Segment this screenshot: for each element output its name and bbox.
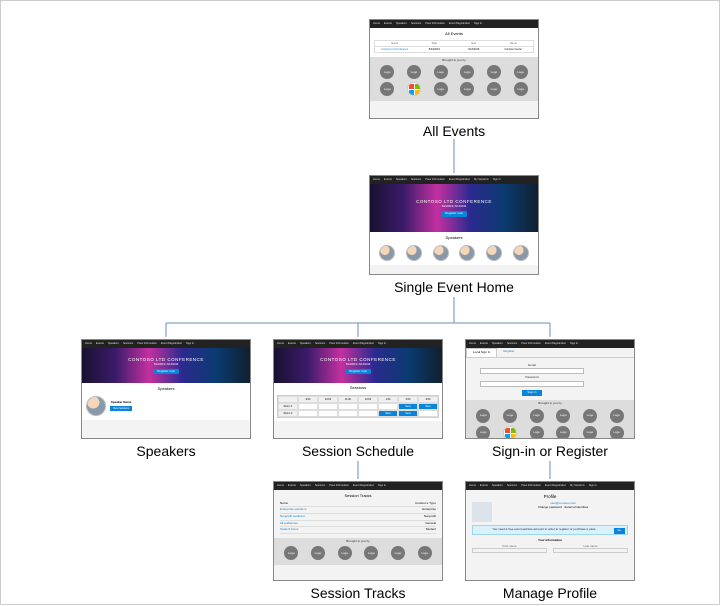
node-session-schedule[interactable]: HomeEventsSpeakersSessionsPass Informati…: [273, 339, 443, 459]
password-field: [480, 381, 584, 387]
node-signin[interactable]: HomeEventsSpeakersSessionsPass Informati…: [465, 339, 635, 459]
node-speakers[interactable]: HomeEventsSpeakersSessionsPass Informati…: [81, 339, 251, 459]
profile-avatar: [472, 502, 492, 522]
speaker-avatar: [86, 396, 106, 416]
all-events-heading: All Events: [374, 32, 534, 37]
email-field: [480, 368, 584, 374]
action-button: Go: [614, 528, 625, 533]
thumb-single-event: HomeEventsSpeakersSessionsPass Informati…: [369, 175, 539, 275]
profile-panel: Profile user@contoso.com Change password…: [466, 490, 634, 557]
caption-speakers: Speakers: [81, 443, 251, 459]
schedule-grid: 9:0010:0011:0012:001:002:003:00 Room 1Se…: [277, 395, 439, 418]
caption-tracks: Session Tracks: [273, 585, 443, 601]
node-manage-profile[interactable]: HomeEventsSpeakersSessionsPass Informati…: [465, 481, 635, 601]
thumb-all-events: HomeEventsSpeakersSessionsPass Informati…: [369, 19, 539, 119]
microsoft-logo: [407, 82, 421, 96]
node-session-tracks[interactable]: HomeEventsSpeakersSessionsPass Informati…: [273, 481, 443, 601]
avatar: [379, 245, 395, 261]
register-button: Register now: [441, 211, 467, 217]
caption-single-event: Single Event Home: [369, 279, 539, 295]
speaker-avatars: [374, 245, 534, 261]
node-all-events[interactable]: HomeEventsSpeakersSessionsPass Informati…: [369, 19, 539, 139]
info-banner: You need a free event website account in…: [472, 525, 628, 535]
mini-nav: HomeEventsSpeakersSessionsPass Informati…: [370, 20, 538, 28]
caption-signin: Sign-in or Register: [465, 443, 635, 459]
signin-form: Email Password Sign In: [466, 358, 634, 401]
node-single-event-home[interactable]: HomeEventsSpeakersSessionsPass Informati…: [369, 175, 539, 295]
hero-banner: CONTOSO LTD CONFERENCE 5/24/2019 | 6/13/…: [370, 184, 538, 232]
caption-all-events: All Events: [369, 123, 539, 139]
sponsors-band: Brought to you by LogoLogoLogoLogoLogoLo…: [370, 57, 538, 102]
caption-profile: Manage Profile: [465, 585, 635, 601]
signin-button: Sign In: [522, 390, 541, 397]
tracks-table: Session Tracks NameAudience Type Enterpr…: [274, 490, 442, 538]
sponsor-logo: Logo: [380, 65, 394, 79]
caption-schedule: Session Schedule: [273, 443, 443, 459]
view-sessions-button: View Sessions: [110, 406, 132, 411]
